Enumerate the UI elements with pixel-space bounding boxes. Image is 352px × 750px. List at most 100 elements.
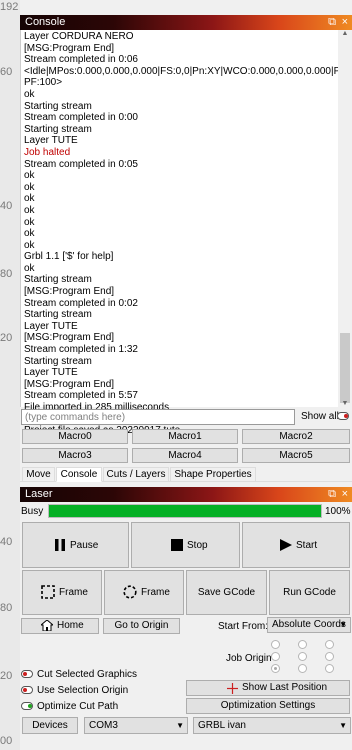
show-all-toggle[interactable]	[337, 412, 349, 420]
show-all-label: Show all	[301, 411, 339, 422]
console-line: <Idle|MPos:0.000,0.000,0.000|FS:0,0|Pn:X…	[24, 65, 342, 77]
start-from-select[interactable]: Absolute Coords ▼	[267, 617, 351, 633]
go-to-origin-button[interactable]: Go to Origin	[103, 618, 180, 634]
console-line: Starting stream	[24, 309, 92, 321]
console-line: [MSG:Program End]	[24, 378, 115, 390]
macro0-button[interactable]: Macro0	[22, 429, 128, 444]
macro4-button[interactable]: Macro4	[132, 448, 238, 463]
ruler-mark: 40	[0, 536, 13, 548]
frame-circle-button[interactable]: Frame	[104, 570, 184, 615]
home-label: Home	[57, 620, 84, 631]
ruler-mark: 60	[0, 66, 13, 78]
float-panel-icon[interactable]: ⧉	[328, 487, 336, 502]
scroll-up-icon[interactable]: ▲	[338, 30, 352, 37]
scroll-down-icon[interactable]: ▼	[338, 400, 352, 407]
origin-radio-bottom-center[interactable]	[298, 664, 307, 673]
console-line: [MSG:Program End]	[24, 332, 115, 344]
macro1-button[interactable]: Macro1	[132, 429, 238, 444]
run-gcode-button[interactable]: Run GCode	[269, 570, 350, 615]
console-line: Stream completed in 0:00	[24, 112, 138, 124]
chevron-down-icon: ▼	[339, 620, 347, 629]
tab-console[interactable]: Console	[56, 467, 102, 482]
command-input[interactable]	[21, 409, 295, 425]
frame-rectangle-button[interactable]: Frame	[22, 570, 102, 615]
stop-button[interactable]: Stop	[131, 522, 240, 568]
console-line: ok	[24, 216, 35, 228]
console-line: ok	[24, 239, 35, 251]
ruler-mark: 80	[0, 268, 13, 280]
optimization-settings-button[interactable]: Optimization Settings	[186, 698, 350, 714]
origin-radio-middle-right[interactable]	[325, 652, 334, 661]
start-label: Start	[296, 540, 318, 551]
origin-radio-middle-center[interactable]	[298, 652, 307, 661]
console-line: Layer TUTE	[24, 135, 78, 147]
pause-button[interactable]: Pause	[22, 522, 129, 568]
port-select[interactable]: COM3 ▼	[84, 717, 188, 734]
close-panel-icon[interactable]: ×	[342, 487, 348, 502]
console-line: [MSG:Program End]	[24, 42, 115, 54]
ruler-mark: 20	[0, 332, 13, 344]
show-last-position-button[interactable]: Show Last Position	[186, 680, 350, 696]
origin-radio-bottom-right[interactable]	[325, 664, 334, 673]
cut-selected-label: Cut Selected Graphics	[37, 669, 138, 680]
float-panel-icon[interactable]: ⧉	[328, 15, 336, 30]
origin-radio-top-right[interactable]	[325, 640, 334, 649]
frame-circle-icon	[123, 585, 137, 599]
scrollbar-thumb[interactable]	[340, 333, 350, 403]
progress-percent: 100%	[325, 506, 351, 517]
console-line: Stream completed in 0:05	[24, 158, 138, 170]
origin-radio-middle-left[interactable]	[271, 652, 280, 661]
device-select[interactable]: GRBL ivan ▼	[193, 717, 351, 734]
optimize-cut-path-toggle[interactable]	[21, 702, 33, 710]
console-line: ok	[24, 262, 35, 274]
job-origin-label: Job Origin	[226, 653, 272, 664]
console-output[interactable]: Layer CORDURA NERO [MSG:Program End] Strea…	[20, 30, 352, 436]
console-scrollbar[interactable]: ▲ ▼	[338, 30, 352, 407]
console-line: ok	[24, 170, 35, 182]
ruler-mark: 00	[0, 735, 13, 747]
ruler-mark: 20	[0, 670, 13, 682]
origin-radio-bottom-left[interactable]	[271, 664, 280, 673]
device-value: GRBL ivan	[198, 720, 246, 731]
console-line: Grbl 1.1 ['$' for help]	[24, 251, 114, 263]
panel-tabs: Move Console Cuts / Layers Shape Propert…	[20, 466, 352, 482]
macro3-button[interactable]: Macro3	[22, 448, 128, 463]
console-title: Console	[25, 16, 66, 28]
job-progress-bar	[48, 504, 322, 518]
tab-shape-properties[interactable]: Shape Properties	[170, 467, 256, 482]
close-panel-icon[interactable]: ×	[342, 15, 348, 30]
status-label: Busy	[21, 506, 44, 517]
tab-cuts-layers[interactable]: Cuts / Layers	[103, 467, 169, 482]
laser-panel-titlebar: Laser ⧉ ×	[20, 487, 352, 502]
cut-selected-toggle[interactable]	[21, 670, 33, 678]
console-line: Starting stream	[24, 274, 92, 286]
start-button[interactable]: Start	[242, 522, 350, 568]
console-line: Stream completed in 5:57	[24, 390, 138, 402]
frame-rectangle-icon	[41, 585, 55, 599]
console-panel-titlebar: Console ⧉ ×	[20, 15, 352, 30]
save-gcode-button[interactable]: Save GCode	[186, 570, 267, 615]
console-line: Starting stream	[24, 100, 92, 112]
home-button[interactable]: Home	[21, 618, 99, 634]
toggle-knob	[23, 672, 27, 676]
use-selection-origin-label: Use Selection Origin	[37, 685, 129, 696]
console-line: Stream completed in 0:02	[24, 297, 138, 309]
macro2-button[interactable]: Macro2	[242, 429, 350, 444]
show-last-position-label: Show Last Position	[242, 682, 328, 693]
devices-button[interactable]: Devices	[22, 717, 78, 734]
toggle-knob	[344, 414, 348, 418]
macro5-button[interactable]: Macro5	[242, 448, 350, 463]
console-line: Layer TUTE	[24, 367, 78, 379]
frame-circle-label: Frame	[141, 587, 170, 598]
tab-move[interactable]: Move	[22, 467, 55, 482]
use-selection-origin-toggle[interactable]	[21, 686, 33, 694]
chevron-down-icon: ▼	[339, 721, 347, 730]
console-line: Stream completed in 0:06	[24, 54, 138, 66]
port-value: COM3	[89, 720, 118, 731]
origin-radio-top-center[interactable]	[298, 640, 307, 649]
toggle-knob	[28, 704, 32, 708]
console-line: ok	[24, 228, 35, 240]
ruler-mark: 192	[0, 1, 19, 13]
origin-radio-top-left[interactable]	[271, 640, 280, 649]
progress-fill	[49, 505, 321, 517]
